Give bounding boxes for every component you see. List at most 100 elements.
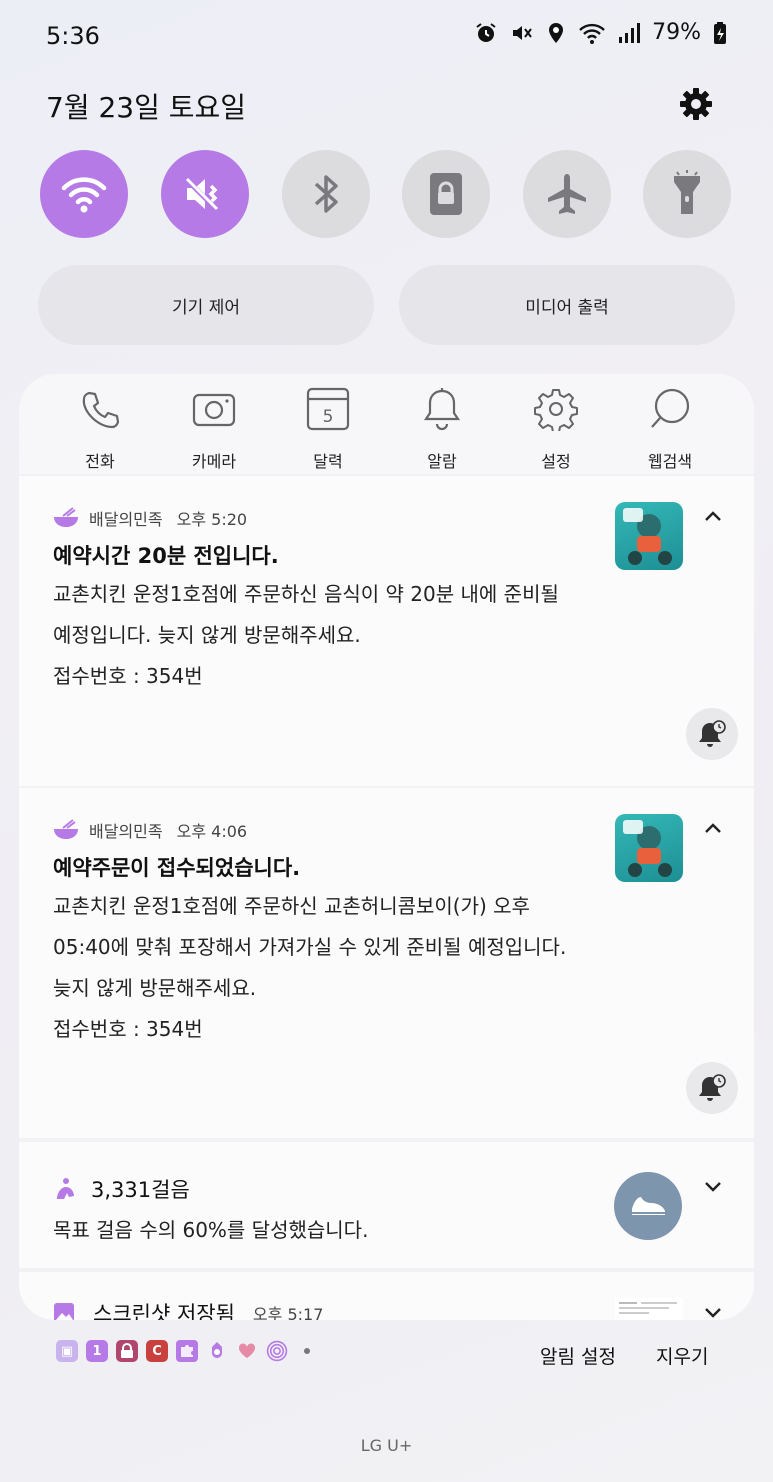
c-app-icon: C xyxy=(146,1340,168,1362)
delivery-rider-image xyxy=(623,508,672,565)
notification-body-line: 교촌치킨 운정1호점에 주문하신 교촌허니콤보이(가) 오후 xyxy=(53,894,530,918)
screenshot-thumbnail xyxy=(615,1298,683,1320)
battery-icon xyxy=(714,21,726,44)
airplane-toggle[interactable] xyxy=(523,150,611,238)
expand-chevron-icon[interactable] xyxy=(701,1174,725,1198)
steps-body: 목표 걸음 수의 60%를 달성했습니다. xyxy=(53,1218,369,1242)
steps-badge xyxy=(614,1172,682,1240)
alarm-icon xyxy=(476,22,496,42)
location-icon xyxy=(549,22,564,43)
mute-icon xyxy=(183,176,219,212)
status-time: 5:36 xyxy=(46,22,100,50)
flashlight-toggle[interactable] xyxy=(643,150,731,238)
quick-toggles xyxy=(40,150,732,238)
mute-icon xyxy=(513,25,532,40)
screenshot-time: 오후 5:17 xyxy=(252,1305,324,1320)
notification-body-line: 교촌치킨 운정1호점에 주문하신 음식이 약 20분 내에 준비될 xyxy=(53,582,559,606)
shortcut-row: 전화 카메라 5 달력 알람 설정 웹검색 xyxy=(19,374,754,474)
delivery-rider-image xyxy=(623,820,672,877)
notification-body-line: 접수번호 : 354번 xyxy=(53,1017,203,1041)
notification-panel: 전화 카메라 5 달력 알람 설정 웹검색 배달의민족 오후 5:20 예약시간… xyxy=(19,374,754,1320)
gallery-icon xyxy=(54,1303,74,1320)
bell-icon xyxy=(423,388,461,431)
steps-count: 3,331걸음 xyxy=(91,1178,190,1202)
collapse-chevron-icon[interactable] xyxy=(701,504,725,528)
calendar-day: 5 xyxy=(323,407,334,427)
shortcut-settings[interactable]: 설정 xyxy=(506,384,606,472)
notification-card[interactable]: 배달의민족 오후 4:06 예약주문이 접수되었습니다. 교촌치킨 운정1호점에… xyxy=(19,788,754,1138)
bluetooth-icon xyxy=(314,175,338,213)
gear-icon xyxy=(534,389,578,431)
shortcut-label: 설정 xyxy=(541,452,571,471)
status-bar: 5:36 79% xyxy=(0,0,773,70)
notification-body-line: 접수번호 : 354번 xyxy=(53,664,203,688)
status-icons: 79% xyxy=(474,20,727,45)
snooze-button[interactable] xyxy=(686,708,738,760)
notification-body: 교촌치킨 운정1호점에 주문하신 음식이 약 20분 내에 준비될 예정입니다.… xyxy=(53,574,663,697)
airplane-icon xyxy=(548,174,586,214)
phone-icon xyxy=(82,391,120,429)
notification-title: 예약주문이 접수되었습니다. xyxy=(53,856,301,880)
screenshot-notification-card[interactable]: 스크린샷 저장됨 오후 5:17 xyxy=(19,1272,754,1320)
media-output-button[interactable]: 미디어 출력 xyxy=(399,265,735,345)
shortcut-label: 웹검색 xyxy=(647,452,693,471)
expand-chevron-icon[interactable] xyxy=(701,1300,725,1320)
shortcut-label: 알람 xyxy=(427,452,457,471)
clear-all-button[interactable]: 지우기 xyxy=(656,1342,708,1369)
app-thumbnail xyxy=(615,502,683,570)
gallery-app-icon: ▣ xyxy=(56,1340,78,1362)
heart-icon xyxy=(236,1340,258,1362)
fingerprint-icon xyxy=(266,1340,288,1362)
bowl-icon xyxy=(54,507,78,527)
notification-app-icons: ▣ 1 C xyxy=(56,1340,318,1362)
signal-icon xyxy=(619,22,641,43)
bowl-icon xyxy=(54,819,78,839)
shortcut-label: 달력 xyxy=(313,452,343,471)
shortcut-calendar[interactable]: 5 달력 xyxy=(278,384,378,472)
location-pin-app-icon xyxy=(206,1340,228,1362)
wifi-icon xyxy=(61,177,107,213)
app-thumbnail xyxy=(615,814,683,882)
wifi-toggle[interactable] xyxy=(40,150,128,238)
battery-percentage: 79% xyxy=(652,20,701,45)
notification-body-line: 늦지 않게 방문해주세요. xyxy=(53,976,257,1000)
flashlight-icon xyxy=(674,170,700,214)
notification-body-line: 예정입니다. 늦지 않게 방문해주세요. xyxy=(53,623,361,647)
device-control-button[interactable]: 기기 제어 xyxy=(38,265,374,345)
steps-notification-card[interactable]: 3,331걸음 목표 걸음 수의 60%를 달성했습니다. xyxy=(19,1142,754,1268)
screenshot-preview-image xyxy=(619,1302,677,1314)
more-dot-icon xyxy=(296,1340,318,1362)
steps-title-row: 3,331걸음 xyxy=(53,1174,190,1204)
screenshot-title: 스크린샷 저장됨 xyxy=(93,1302,235,1320)
lock-app-icon xyxy=(116,1340,138,1362)
snooze-button[interactable] xyxy=(686,1062,738,1114)
camera-icon xyxy=(192,393,236,427)
snooze-bell-icon xyxy=(699,720,726,747)
bluetooth-toggle[interactable] xyxy=(282,150,370,238)
shortcut-phone[interactable]: 전화 xyxy=(50,384,150,472)
notification-time: 오후 4:06 xyxy=(176,822,248,841)
rotation-lock-toggle[interactable] xyxy=(402,150,490,238)
notification-card[interactable]: 배달의민족 오후 5:20 예약시간 20분 전입니다. 교촌치킨 운정1호점에… xyxy=(19,476,754,786)
shortcut-web-search[interactable]: 웹검색 xyxy=(620,384,720,472)
snooze-bell-icon xyxy=(699,1074,726,1101)
collapse-chevron-icon[interactable] xyxy=(701,816,725,840)
shortcut-label: 카메라 xyxy=(191,452,237,471)
carrier-label: LG U+ xyxy=(360,1436,413,1455)
shortcut-alarm[interactable]: 알람 xyxy=(392,384,492,472)
settings-gear-icon[interactable] xyxy=(678,86,714,122)
shoe-icon xyxy=(632,1197,665,1215)
wifi-icon xyxy=(579,23,605,44)
notification-body: 교촌치킨 운정1호점에 주문하신 교촌허니콤보이(가) 오후 05:40에 맞춰… xyxy=(53,886,693,1050)
notification-app-name: 배달의민족 xyxy=(89,510,163,529)
notification-app-row: 배달의민족 오후 4:06 xyxy=(53,818,247,842)
notification-settings-button[interactable]: 알림 설정 xyxy=(540,1342,616,1369)
notification-app-row: 배달의민족 오후 5:20 xyxy=(53,506,247,530)
notification-time: 오후 5:20 xyxy=(176,510,248,529)
notification-title: 예약시간 20분 전입니다. xyxy=(53,544,279,568)
one-app-icon: 1 xyxy=(86,1340,108,1362)
sound-toggle[interactable] xyxy=(161,150,249,238)
lock-icon xyxy=(430,173,462,215)
shortcut-camera[interactable]: 카메라 xyxy=(164,384,264,472)
calendar-icon: 5 xyxy=(306,387,350,431)
